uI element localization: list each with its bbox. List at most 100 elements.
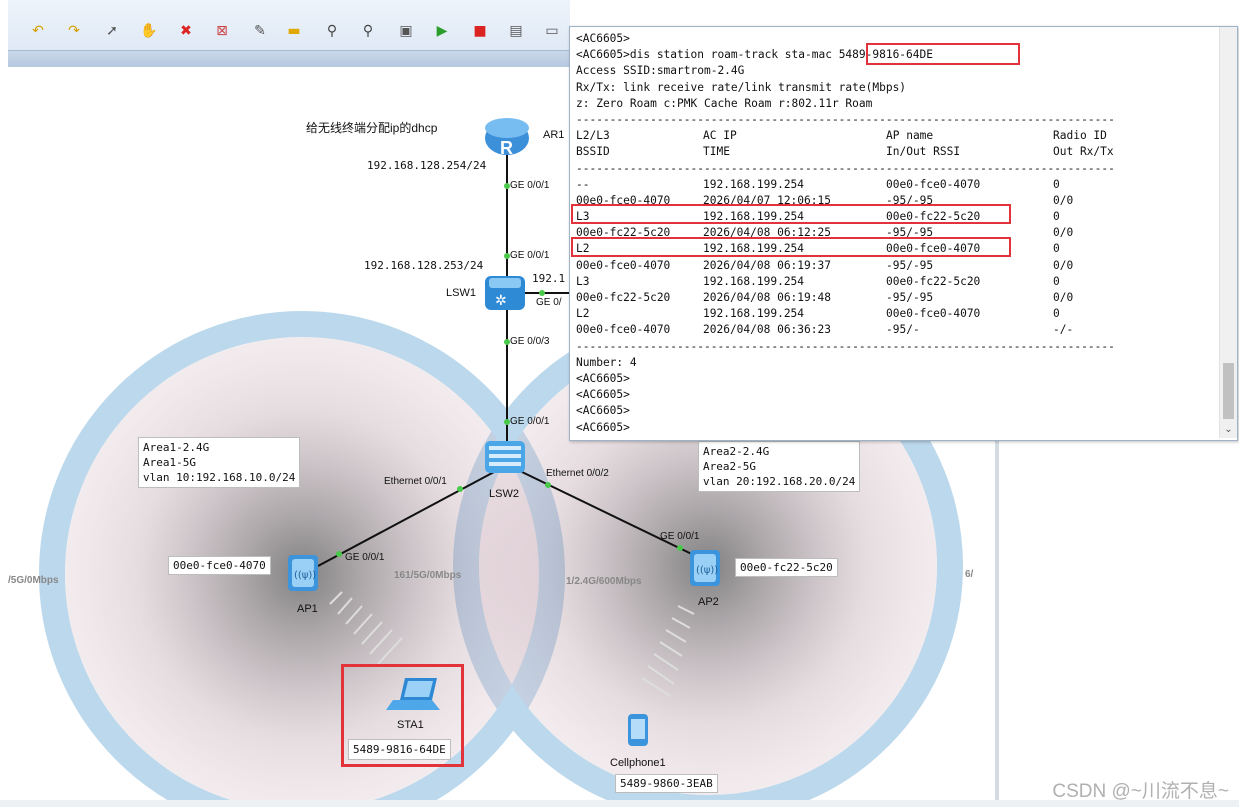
port-label: GE 0/0/1 [345, 552, 385, 563]
area1-line: vlan 10:192.168.10.0/24 [143, 471, 296, 484]
terminal-line: <AC6605> [576, 420, 630, 434]
table-cell: 0 [1053, 210, 1060, 224]
hand-icon[interactable]: ✋ [140, 24, 157, 38]
table-row: -- 192.168.199.254 00e0-fce0-4070 0 [576, 177, 1216, 193]
header-cell: AP name [886, 129, 934, 143]
zoom-icon[interactable]: ⚲ [324, 24, 340, 38]
scrollbar-thumb[interactable] [1223, 363, 1234, 419]
roam-track-table: -- 192.168.199.254 00e0-fce0-4070 0 00e0-fce… [576, 177, 1216, 339]
header-cell: In/Out RSSI [886, 145, 961, 159]
table-cell: 0/0 [1053, 258, 1074, 272]
table-row: 00e0-fce0-4070 2026/04/08 06:19:37 -95/-95… [576, 258, 1216, 274]
terminal-line: <AC6605> [576, 404, 630, 418]
cli-terminal-window[interactable]: <AC6605> <AC6605>dis station roam-track … [569, 26, 1238, 441]
port-label: GE 0/0/1 [510, 180, 550, 191]
lsw1-ip: 192.168.128.253/24 [364, 259, 484, 272]
area2-line: vlan 20:192.168.20.0/24 [703, 475, 856, 488]
rectangle-icon[interactable]: ▬ [286, 24, 302, 38]
cli-icon[interactable]: ▭ [544, 24, 560, 38]
device-name-lsw1: LSW1 [446, 287, 476, 299]
terminal-output[interactable]: <AC6605> <AC6605>dis station roam-track … [576, 31, 1216, 436]
ap2-rate-left: 1/2.4G/600Mbps [566, 576, 642, 587]
chevron-down-icon[interactable]: ⌄ [1220, 422, 1237, 438]
port-label: Ethernet 0/0/1 [384, 476, 447, 487]
access-point-icon[interactable]: ((ψ)) [288, 555, 318, 591]
table-cell: 00e0-fce0-4070 [886, 177, 981, 191]
terminal-divider: ----------------------------------------… [576, 161, 1115, 175]
terminal-divider: ----------------------------------------… [576, 339, 1115, 353]
table-row: L2 192.168.199.254 00e0-fce0-4070 0 [576, 306, 1216, 322]
table-cell: -95/-95 [886, 291, 934, 304]
text-icon[interactable]: ✎ [252, 24, 268, 38]
palette-icon[interactable]: ▣ [398, 24, 414, 38]
table-cell: 00e0-fce0-4070 [576, 323, 671, 337]
command-text: <AC6605>dis station roam-track sta-mac [576, 48, 839, 62]
table-cell: 00e0-fc22-5c20 [886, 274, 981, 288]
access-point-icon[interactable]: ((ψ)) [690, 550, 720, 586]
pointer-icon[interactable]: ➚ [104, 24, 120, 38]
table-cell: 2026/04/08 06:19:37 [703, 258, 831, 272]
port-label: GE 0/0/1 [660, 531, 700, 542]
header-cell: Radio ID [1053, 129, 1107, 143]
capture-icon[interactable]: ▤ [508, 24, 524, 38]
switch-icon[interactable] [485, 441, 525, 473]
header-cell: L2/L3 [576, 129, 610, 143]
table-row: 00e0-fce0-4070 2026/04/08 06:36:23 -95/- -/… [576, 322, 1216, 338]
header-cell: BSSID [576, 145, 610, 159]
terminal-line: <AC6605> [576, 388, 630, 402]
sta1-highlight-box [341, 664, 464, 767]
cellphone-icon[interactable] [628, 714, 648, 746]
router-icon[interactable]: R [485, 118, 529, 158]
table-cell: -95/-95 [886, 258, 934, 272]
start-icon[interactable]: ▶ [434, 24, 450, 38]
cellphone1-mac-label: 5489-9860-3EAB [615, 774, 718, 793]
table-cell: 192.168.199.254 [703, 177, 805, 191]
ap1-rate-right: 161/5G/0Mbps [394, 570, 462, 581]
port-dot [336, 551, 342, 557]
header-cell: AC IP [703, 129, 737, 143]
lsw1-right-ip: 192.1 [532, 272, 566, 285]
table-cell: 00e0-fce0-4070 [576, 258, 671, 272]
switch-icon[interactable]: ✲ [485, 276, 525, 310]
redo-icon[interactable]: ↷ [66, 24, 82, 38]
svg-text:((ψ)): ((ψ)) [696, 565, 718, 576]
device-name-ap1: AP1 [297, 603, 318, 615]
table-cell: 192.168.199.254 [703, 307, 805, 321]
header-cell: Out Rx/Tx [1053, 145, 1114, 159]
dhcp-note: 给无线终端分配ip的dhcp [306, 121, 438, 135]
table-cell: -95/- [886, 323, 920, 337]
table-cell: 00e0-fce0-4070 [886, 307, 981, 321]
stop-icon[interactable]: ■ [472, 24, 488, 38]
device-name-cellphone1: Cellphone1 [610, 757, 666, 769]
area1-line: Area1-2.4G [143, 441, 210, 454]
zoom-fit-icon[interactable]: ⚲ [360, 24, 376, 38]
port-label: GE 0/0/1 [510, 416, 550, 427]
watermark: CSDN @~川流不息~ [1052, 781, 1229, 802]
roam-row-highlight [571, 204, 1011, 224]
table-cell: -/- [1053, 323, 1074, 337]
table-cell: 0/0 [1053, 291, 1074, 304]
undo-icon[interactable]: ↶ [30, 24, 46, 38]
delete-all-icon[interactable]: ⊠ [214, 24, 230, 38]
table-cell: 192.168.199.254 [703, 274, 805, 288]
svg-text:R: R [500, 138, 513, 158]
area2-info-box: Area2-2.4G Area2-5G vlan 20:192.168.20.0/2… [698, 441, 861, 492]
vertical-scrollbar[interactable]: ⌄ [1219, 27, 1237, 438]
port-label: GE 0/ [536, 297, 562, 308]
ap2-mac-label: 00e0-fc22-5c20 [735, 558, 838, 577]
ap1-rate-left: /5G/0Mbps [8, 575, 59, 586]
terminal-line: Rx/Tx: link receive rate/link transmit r… [576, 80, 907, 94]
table-cell: 0 [1053, 242, 1060, 256]
ap1-mac-label: 00e0-fce0-4070 [168, 556, 271, 575]
table-cell: 2026/04/08 06:36:23 [703, 323, 831, 337]
area1-line: Area1-5G [143, 456, 196, 469]
svg-text:✲: ✲ [495, 293, 507, 309]
port-label: Ethernet 0/0/2 [546, 468, 609, 479]
toolbar-separator [8, 50, 570, 67]
area1-info-box: Area1-2.4G Area1-5G vlan 10:192.168.10.0/2… [138, 437, 301, 488]
table-row: L3 192.168.199.254 00e0-fc22-5c20 0 [576, 274, 1216, 290]
area2-line: Area2-5G [703, 460, 756, 473]
table-cell: L2 [576, 307, 590, 321]
delete-icon[interactable]: ✖ [178, 24, 194, 38]
port-dot [677, 545, 683, 551]
